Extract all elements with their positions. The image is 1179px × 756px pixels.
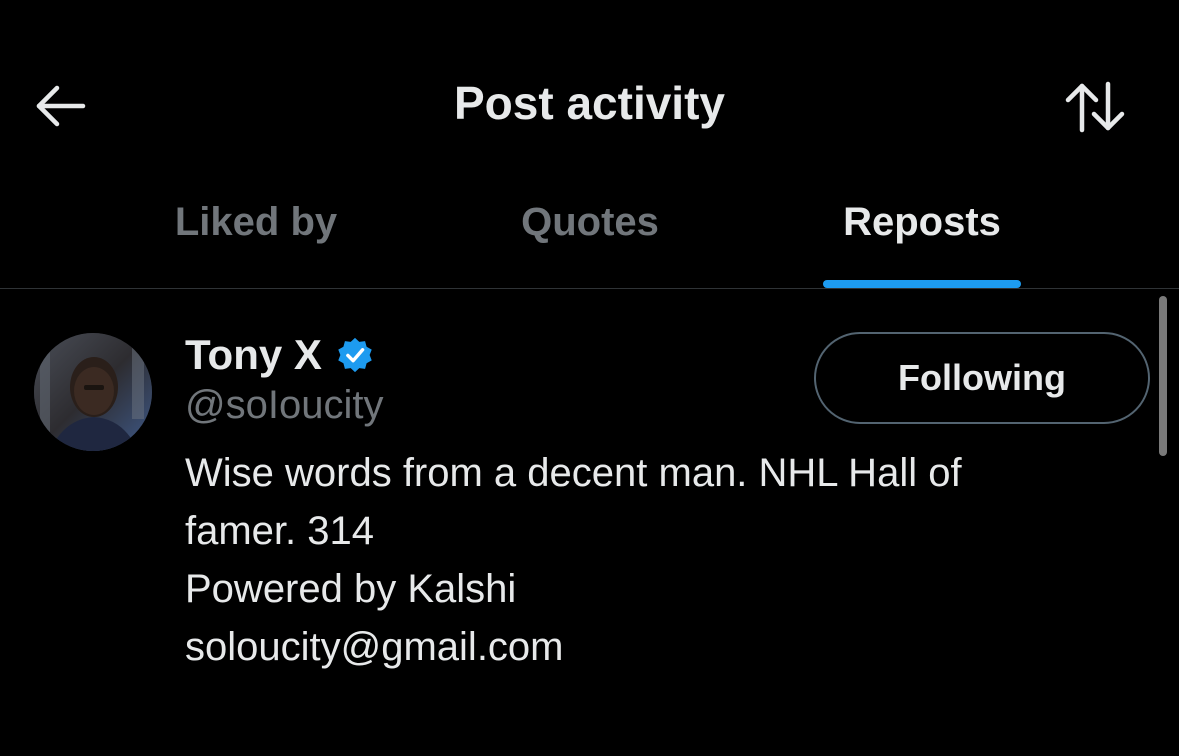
bio-line: Powered by Kalshi (185, 567, 517, 611)
bio-line: Wise words from a decent man. NHL Hall o… (185, 451, 962, 495)
verified-badge-icon (338, 337, 372, 373)
tab-liked-by[interactable]: Liked by (120, 190, 392, 288)
name-row: Tony X (185, 327, 374, 383)
sort-button[interactable] (1058, 78, 1132, 136)
user-handle: @soIoucity (185, 383, 384, 427)
tab-quotes[interactable]: Quotes (470, 190, 710, 288)
tab-label: Liked by (174, 200, 338, 244)
user-bio: Wise words from a decent man. NHL Hall o… (185, 444, 1105, 676)
top-bar: Post activity (0, 0, 1179, 190)
tab-label: Quotes (521, 200, 659, 244)
activity-tabs: Liked by Quotes Reposts (0, 190, 1179, 288)
user-list-item[interactable]: Tony X @soIoucity Following Wise words f… (0, 289, 1179, 709)
active-tab-indicator (823, 280, 1021, 288)
bio-email: soloucity@gmail.com (185, 625, 564, 669)
tab-label: Reposts (843, 200, 1001, 244)
page-title: Post activity (454, 77, 725, 129)
sort-arrows-icon (1065, 81, 1125, 133)
avatar[interactable] (34, 333, 152, 451)
scrollbar[interactable] (1159, 296, 1167, 456)
following-button[interactable]: Following (814, 332, 1150, 424)
display-name[interactable]: Tony X (185, 331, 322, 379)
bio-line: famer. 314 (185, 509, 375, 553)
tab-reposts[interactable]: Reposts (800, 190, 1044, 288)
avatar-image (34, 333, 152, 451)
